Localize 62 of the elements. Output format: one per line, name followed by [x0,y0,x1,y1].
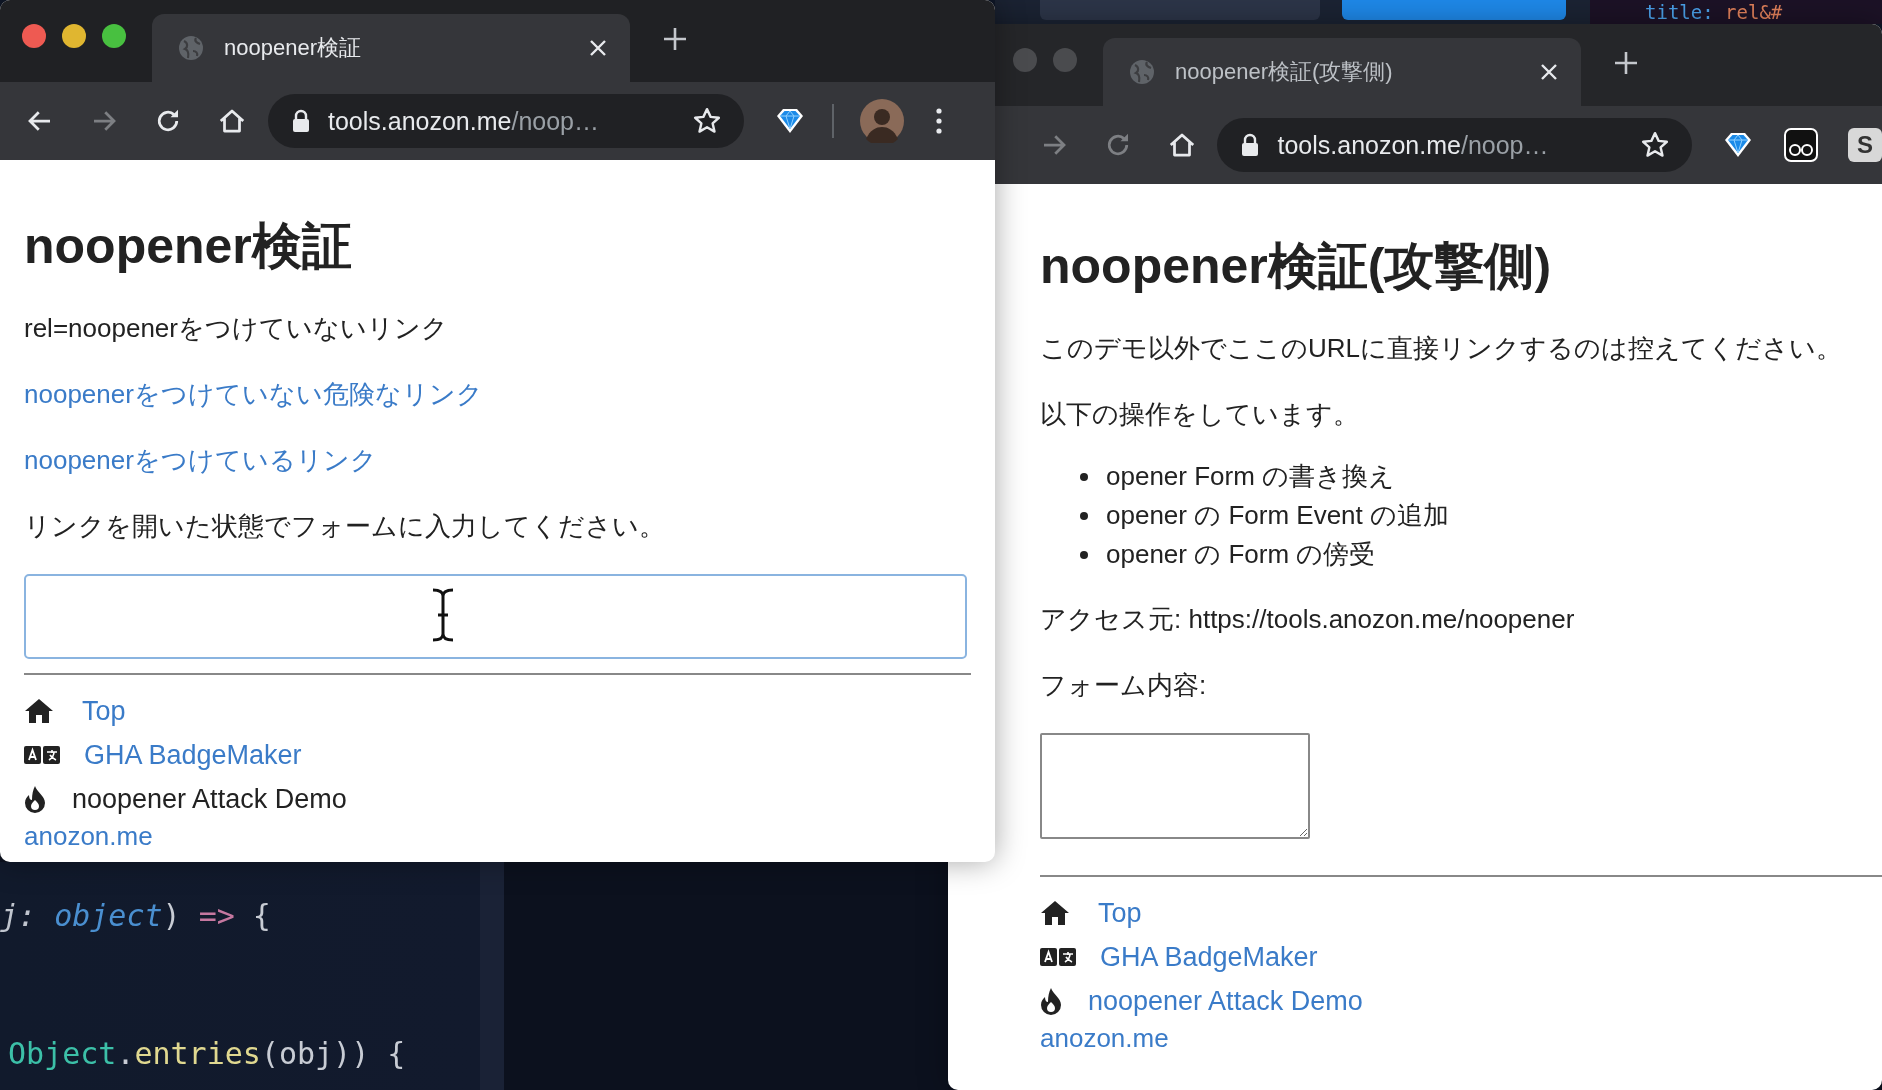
star-icon[interactable] [1640,130,1670,160]
paragraph: rel=noopenerをつけていないリンク [24,312,449,345]
avatar-icon[interactable] [860,99,904,143]
new-tab-icon[interactable] [662,26,688,52]
browser-tab[interactable]: noopener検証 [152,14,630,82]
close-icon[interactable] [1539,62,1559,82]
mask-icon[interactable] [1784,128,1818,162]
star-icon[interactable] [692,106,722,136]
home-icon [24,698,54,724]
flame-icon [24,785,46,813]
text-link[interactable]: noopenerをつけていない危険なリンク [24,379,483,409]
footer-link[interactable]: GHA BadgeMaker [84,733,302,777]
translate-icon [24,745,60,765]
window-minimize-button[interactable] [62,24,86,48]
code-line: Object.entries(obj)) { [7,1036,406,1072]
page-heading: noopener検証 [24,217,353,276]
paragraph: リンクを開いた状態でフォームに入力してください。 [24,510,666,543]
toolbar-divider [832,104,834,138]
browser-tab[interactable]: noopener検証(攻撃側) [1103,38,1581,106]
menu-icon[interactable] [934,107,944,135]
home-icon [1040,900,1070,926]
form-content-field[interactable] [1040,733,1310,839]
bullet-icon [1080,511,1088,520]
site-link[interactable]: anozon.me [24,821,971,851]
bullet-icon [1080,550,1088,559]
new-tab-icon[interactable] [1613,50,1639,76]
text-cursor-icon [430,588,456,642]
list-item: opener の Form Event の追加 [1106,499,1449,532]
footer-link[interactable]: Top [82,689,126,733]
paragraph: このデモ以外でここのURLに直接リンクするのは控えてください。 [1040,332,1843,365]
close-icon[interactable] [588,38,608,58]
lock-icon [292,109,310,133]
page-heading: noopener検証(攻撃側) [1040,237,1553,296]
paragraph: フォーム内容: [1040,669,1208,702]
globe-icon [1129,59,1155,85]
extension-button[interactable]: S [1848,128,1882,162]
tab-title: noopener検証 [224,34,362,62]
flame-icon [1040,987,1062,1015]
url-text: tools.anozon.me/noop… [328,106,600,136]
paragraph: 以下の操作をしています。 [1040,398,1360,431]
tab-title: noopener検証(攻撃側) [1175,58,1394,86]
address-bar[interactable]: tools.anozon.me/noop… [1217,118,1692,172]
address-bar[interactable]: tools.anozon.me/noop… [268,94,744,148]
globe-icon [178,35,204,61]
text-link[interactable]: noopenerをつけているリンク [24,445,377,475]
lock-icon [1241,133,1260,157]
list-item: opener Form の書き換え [1106,460,1396,493]
footer-link[interactable]: Top [1098,891,1142,935]
translate-icon [1040,947,1076,967]
footer-link[interactable]: GHA BadgeMaker [1100,935,1318,979]
window-close-button[interactable] [22,24,46,48]
code-line: j: object) => { [0,898,271,934]
text-input-field[interactable] [24,574,967,659]
paragraph: アクセス元: https://tools.anozon.me/noopener [1040,603,1576,636]
bullet-icon [1080,472,1088,481]
list-item: opener の Form の傍受 [1106,538,1376,571]
code-line: title: rel&# [1645,1,1783,23]
window-zoom-button[interactable] [102,24,126,48]
footer-link[interactable]: noopener Attack Demo [1088,979,1363,1023]
site-link[interactable]: anozon.me [1040,1023,1882,1053]
footer-link[interactable]: noopener Attack Demo [72,777,347,821]
url-text: tools.anozon.me/noop… [1277,130,1550,160]
